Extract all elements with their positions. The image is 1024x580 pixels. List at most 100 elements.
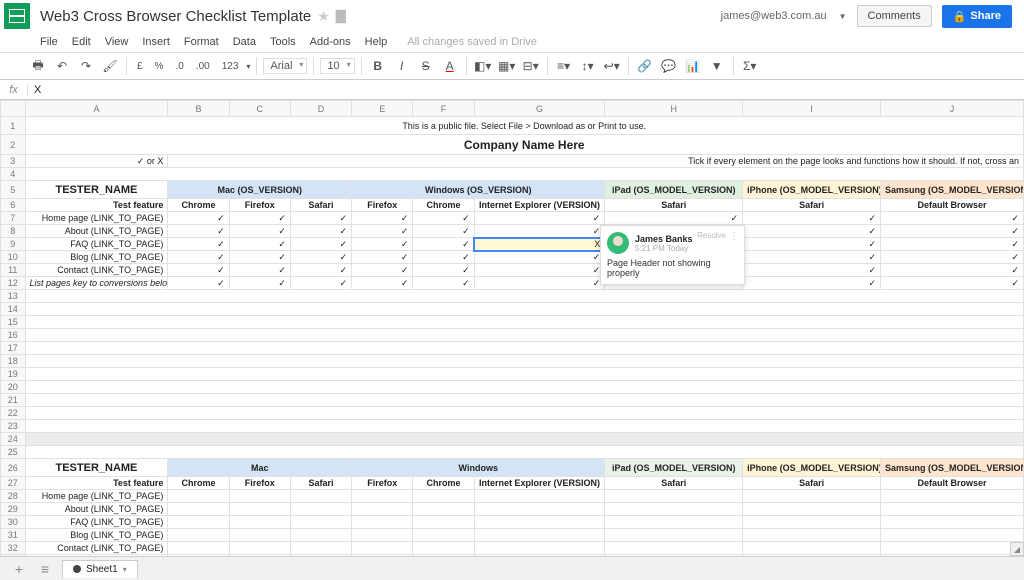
cell[interactable]: ✓ [474, 225, 605, 238]
font-size-select[interactable]: 10 [320, 58, 354, 74]
fill-color-icon[interactable]: ◧▾ [473, 56, 493, 76]
row-header[interactable]: 9 [1, 238, 26, 251]
cell[interactable] [25, 420, 1024, 433]
cell[interactable] [25, 394, 1024, 407]
cell[interactable]: ✓ [881, 251, 1024, 264]
chart-icon[interactable]: 📊 [683, 56, 703, 76]
cell[interactable]: Chrome [413, 199, 474, 212]
col-header[interactable]: J [881, 101, 1024, 117]
cell[interactable]: ✓ [474, 277, 605, 290]
row-header[interactable]: 12 [1, 277, 26, 290]
row-header[interactable]: 18 [1, 355, 26, 368]
cell[interactable] [25, 342, 1024, 355]
cell[interactable]: ✓ [881, 212, 1024, 225]
menu-edit[interactable]: Edit [72, 36, 91, 48]
cell[interactable] [25, 168, 1024, 181]
col-header[interactable]: H [605, 101, 743, 117]
cell[interactable]: ✓ [743, 264, 881, 277]
cell[interactable]: Firefox [229, 477, 290, 490]
cell[interactable]: ✓ [881, 225, 1024, 238]
row-header[interactable]: 29 [1, 503, 26, 516]
select-all-corner[interactable] [1, 101, 26, 117]
cell[interactable]: Safari [605, 477, 743, 490]
cell[interactable]: FAQ (LINK_TO_PAGE) [25, 238, 168, 251]
merge-icon[interactable]: ⊟▾ [521, 56, 541, 76]
row-header[interactable]: 8 [1, 225, 26, 238]
cell[interactable]: ✓ [229, 251, 290, 264]
cell[interactable] [25, 368, 1024, 381]
row-header[interactable]: 6 [1, 199, 26, 212]
cell[interactable] [25, 290, 1024, 303]
spreadsheet-grid[interactable]: A B C D E F G H I J 1 This is a public f… [0, 100, 1024, 556]
cell[interactable]: ✓ [743, 212, 881, 225]
cell[interactable] [25, 316, 1024, 329]
cell[interactable]: ✓ [290, 277, 351, 290]
row-header[interactable]: 31 [1, 529, 26, 542]
cell[interactable] [25, 407, 1024, 420]
cell[interactable]: ✓ [413, 212, 474, 225]
row-header[interactable]: 24 [1, 433, 26, 446]
cell[interactable]: Safari [290, 477, 351, 490]
text-color-icon[interactable]: A [440, 56, 460, 76]
cell[interactable]: ✓ [743, 225, 881, 238]
cell[interactable]: Home page (LINK_TO_PAGE) [25, 490, 168, 503]
strike-icon[interactable]: S [416, 56, 436, 76]
percent-icon[interactable]: % [151, 56, 168, 76]
menu-help[interactable]: Help [365, 36, 388, 48]
cell[interactable]: ✓ [474, 251, 605, 264]
undo-icon[interactable]: ↶ [52, 56, 72, 76]
cell[interactable]: ✓ [352, 251, 413, 264]
dec-increase-icon[interactable]: .00 [192, 56, 214, 76]
col-header[interactable]: A [25, 101, 168, 117]
menu-tools[interactable]: Tools [270, 36, 296, 48]
row-header[interactable]: 20 [1, 381, 26, 394]
cell[interactable]: Tick if every element on the page looks … [168, 155, 1024, 168]
comment-menu-icon[interactable]: ⋮ [729, 231, 739, 242]
cell[interactable]: ✓ [881, 238, 1024, 251]
cell[interactable]: ✓ [168, 251, 229, 264]
cell[interactable]: TESTER_NAME [25, 181, 168, 199]
dec-decrease-icon[interactable]: .0 [171, 56, 187, 76]
menu-insert[interactable]: Insert [142, 36, 170, 48]
format-123[interactable]: 123 [218, 56, 243, 76]
cell[interactable]: Default Browser [881, 199, 1024, 212]
cell[interactable]: ✓ [743, 238, 881, 251]
row-header[interactable]: 21 [1, 394, 26, 407]
cell[interactable]: Mac (OS_VERSION) [168, 181, 352, 199]
add-sheet-icon[interactable]: + [10, 561, 28, 577]
cell[interactable]: ✓ [474, 212, 605, 225]
row-header[interactable]: 17 [1, 342, 26, 355]
cell[interactable]: Windows (OS_VERSION) [352, 181, 605, 199]
cell[interactable]: Home page (LINK_TO_PAGE) [25, 212, 168, 225]
cell[interactable]: ✓ [168, 225, 229, 238]
cell[interactable]: iPhone (OS_MODEL_VERSION) [743, 459, 881, 477]
cell[interactable]: ✓ [413, 225, 474, 238]
share-button[interactable]: 🔒 Share [942, 5, 1012, 28]
row-header[interactable]: 1 [1, 117, 26, 135]
col-header[interactable]: E [352, 101, 413, 117]
cell[interactable] [25, 446, 1024, 459]
row-header[interactable]: 13 [1, 290, 26, 303]
cell[interactable]: ✓ [229, 225, 290, 238]
col-header[interactable]: G [474, 101, 605, 117]
cell[interactable]: ✓ [352, 264, 413, 277]
cell[interactable]: ✓ [290, 264, 351, 277]
cell[interactable] [25, 433, 1024, 446]
row-header[interactable]: 16 [1, 329, 26, 342]
link-icon[interactable]: 🔗 [635, 56, 655, 76]
cell[interactable]: Internet Explorer (VERSION) [474, 199, 605, 212]
row-header[interactable]: 23 [1, 420, 26, 433]
bold-icon[interactable]: B [368, 56, 388, 76]
cell[interactable] [25, 381, 1024, 394]
cell[interactable]: ✓ [352, 238, 413, 251]
cell[interactable]: Safari [605, 199, 743, 212]
menu-addons[interactable]: Add-ons [310, 36, 351, 48]
comment-icon[interactable]: 💬 [659, 56, 679, 76]
cell[interactable]: Default Browser [881, 477, 1024, 490]
cell[interactable]: Mac [168, 459, 352, 477]
cell[interactable]: Windows [352, 459, 605, 477]
cell[interactable]: Chrome [413, 477, 474, 490]
cell[interactable]: ✓ [229, 238, 290, 251]
col-header[interactable]: B [168, 101, 229, 117]
scroll-corner-icon[interactable]: ◢ [1010, 542, 1024, 556]
